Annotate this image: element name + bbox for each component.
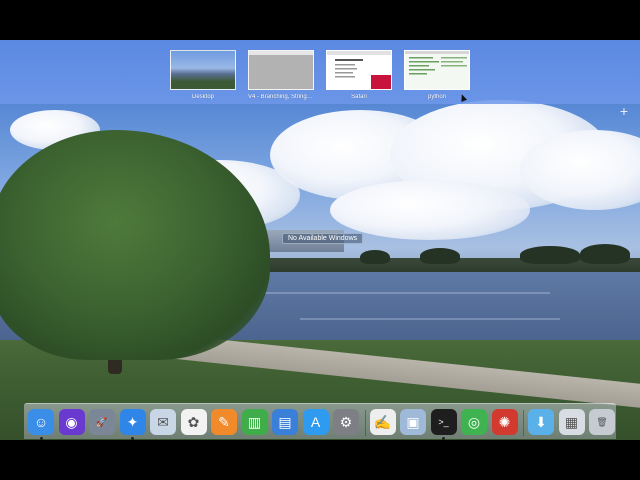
dock-documents-stack-icon[interactable]: ▦: [558, 409, 585, 435]
launchpad-icon: 🚀: [96, 416, 108, 427]
numbers-icon: ▥: [247, 413, 262, 430]
terminal-icon: >_: [438, 417, 449, 427]
dock-safari-icon[interactable]: ✦: [119, 409, 146, 435]
dock-mail-stamp-icon[interactable]: ✉: [150, 409, 176, 435]
dock-system-preferences-icon[interactable]: ⚙: [333, 409, 359, 435]
siri-icon: ◉: [65, 413, 78, 430]
dock-numbers-icon[interactable]: ▥: [241, 409, 268, 435]
photos-icon: ✿: [187, 413, 200, 430]
system-preferences-icon: ⚙: [339, 413, 353, 430]
safari-thumbnail-preview: [327, 51, 391, 89]
safari-icon: ✦: [126, 413, 139, 430]
dock-running-indicator: [39, 437, 43, 440]
add-space-button[interactable]: +: [615, 102, 633, 120]
screen: Desktop V4 - Branching, Strings... Safar…: [0, 0, 640, 480]
dock-siri-icon[interactable]: ◉: [58, 409, 85, 435]
space-desktop-thumbnail[interactable]: [170, 50, 236, 90]
app-store-icon: A: [310, 414, 321, 430]
dock-pages-icon[interactable]: ✎: [211, 409, 237, 435]
downloads-folder-icon: ⬇: [535, 413, 547, 430]
dock-app-store-icon[interactable]: A: [302, 409, 329, 435]
textedit-icon: ✍: [373, 413, 392, 430]
space-v4-branching-label: V4 - Branching, Strings...: [248, 94, 314, 100]
space-safari-label: Safari: [351, 94, 367, 100]
dock-launchpad-icon[interactable]: 🚀: [89, 409, 115, 435]
dock-downloads-folder-icon[interactable]: ⬇: [528, 409, 554, 435]
dock-terminal-icon[interactable]: >_: [430, 409, 457, 435]
dock-textedit-icon[interactable]: ✍: [369, 409, 396, 435]
dock: ☺ ◉ 🚀 ✦ ✉ ✿ ✎ ▥ ▤ A ⚙ ✍ ▣ >_ ◎ ✺ ⬇ ▦ 🗑: [24, 403, 616, 440]
space-v4-branching-thumbnail[interactable]: [248, 50, 314, 90]
space-desktop[interactable]: Desktop: [170, 50, 236, 100]
dock-preview-icon[interactable]: ▣: [400, 409, 426, 435]
space-safari[interactable]: Safari: [326, 50, 392, 100]
space-python[interactable]: python: [404, 50, 470, 100]
finder-icon: ☺: [33, 414, 49, 430]
dock-keynote-icon[interactable]: ▤: [272, 409, 298, 435]
mail-stamp-icon: ✉: [157, 413, 169, 430]
trash-icon: 🗑: [596, 416, 608, 427]
space-desktop-label: Desktop: [191, 94, 214, 100]
dock-trash-icon[interactable]: 🗑: [589, 409, 615, 435]
keynote-icon: ▤: [278, 413, 292, 430]
mission-control-spaces-bar: Desktop V4 - Branching, Strings... Safar…: [0, 40, 640, 119]
space-python-thumbnail[interactable]: [404, 50, 470, 90]
dock-separator: [523, 410, 524, 436]
documents-stack-icon: ▦: [564, 413, 579, 430]
activity-monitor-icon: ◎: [467, 413, 481, 430]
dock-separator: [364, 410, 366, 436]
space-safari-thumbnail[interactable]: [326, 50, 392, 90]
dock-spider-icon[interactable]: ✺: [491, 409, 518, 435]
space-v4-branching[interactable]: V4 - Branching, Strings...: [248, 50, 314, 100]
dock-photos-icon[interactable]: ✿: [180, 409, 207, 435]
dock-running-indicator: [131, 437, 134, 440]
dock-finder-icon[interactable]: ☺: [28, 409, 54, 435]
dock-activity-monitor-icon[interactable]: ◎: [461, 409, 487, 435]
dock-running-indicator: [442, 437, 445, 440]
pages-icon: ✎: [218, 413, 230, 430]
no-available-windows-label: No Available Windows: [282, 233, 364, 244]
python-thumbnail-preview: [405, 51, 469, 75]
spider-icon: ✺: [498, 413, 511, 430]
preview-icon: ▣: [406, 413, 420, 430]
